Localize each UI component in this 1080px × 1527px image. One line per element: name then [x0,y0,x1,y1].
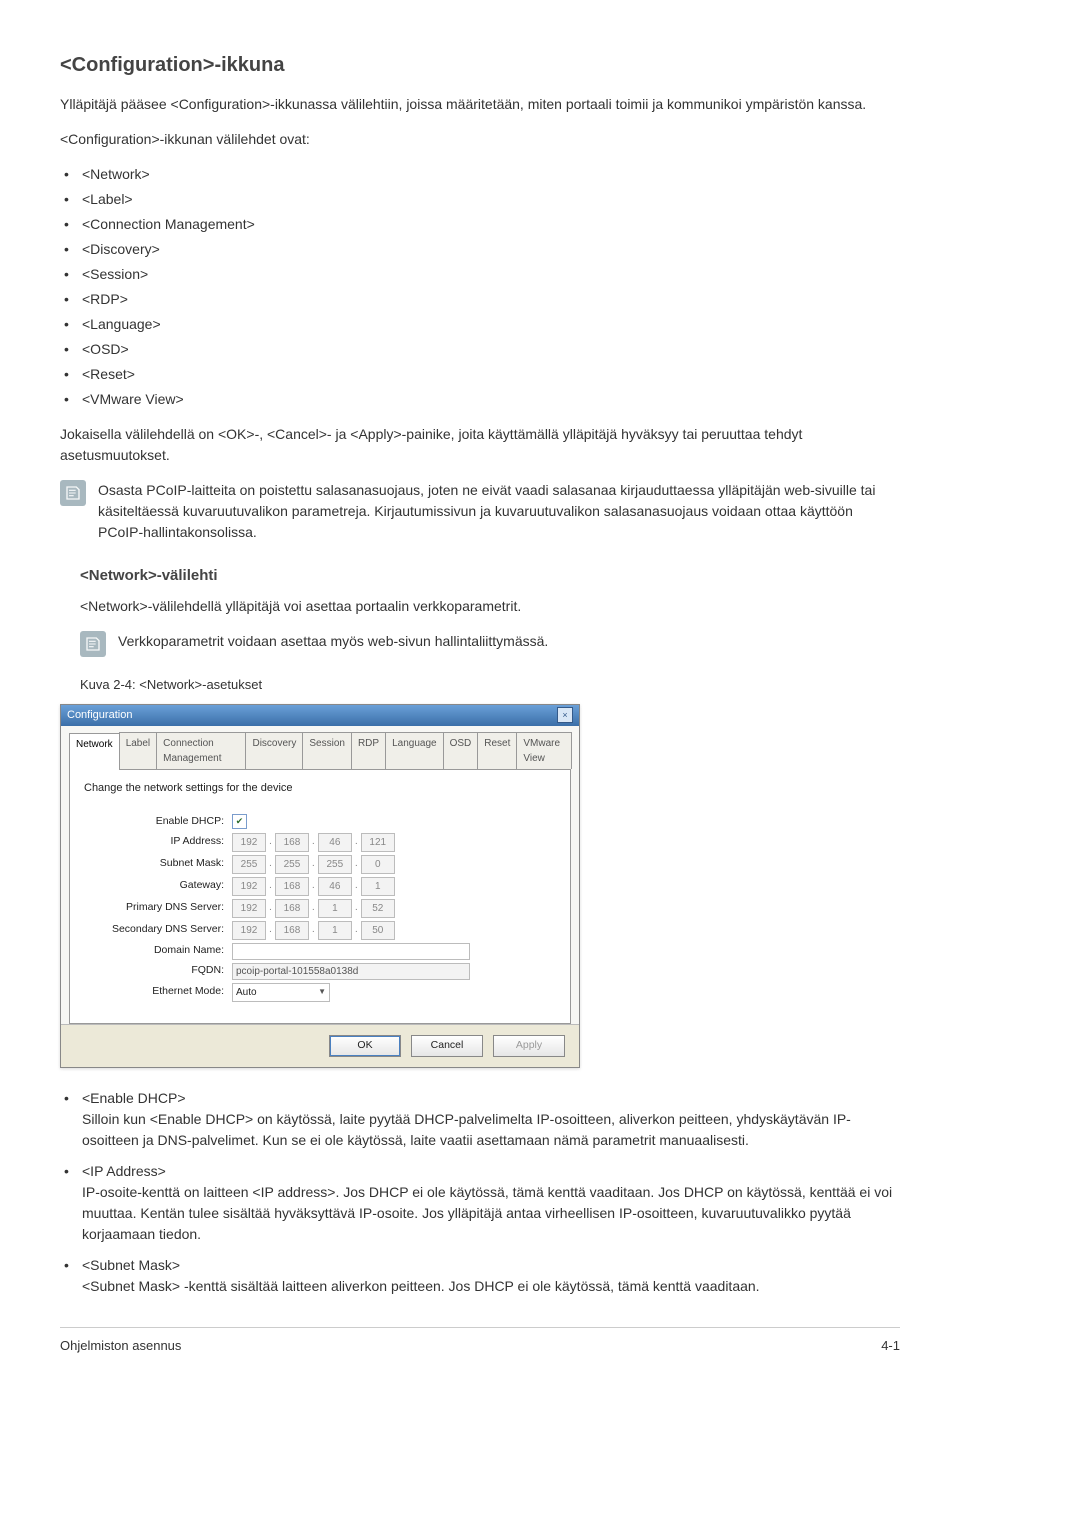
subnet-mask-octet[interactable] [275,855,309,874]
tabs-list-item: <Session> [60,264,900,285]
ethernet-mode-value: Auto [236,985,257,1000]
configuration-window: Configuration × Network Label Connection… [60,704,580,1068]
fqdn-input [232,963,470,980]
intro-paragraph: Ylläpitäjä pääsee <Configuration>-ikkuna… [60,94,900,115]
tab-language[interactable]: Language [385,732,444,769]
cancel-button[interactable]: Cancel [411,1035,483,1057]
window-title-text: Configuration [67,707,132,724]
label-subnet-mask: Subnet Mask: [84,856,232,872]
buttons-paragraph: Jokaisella välilehdellä on <OK>-, <Cance… [60,424,900,466]
gateway-octet[interactable] [232,877,266,896]
gateway-octet[interactable] [361,877,395,896]
panel-heading: Change the network settings for the devi… [84,780,556,797]
secondary-dns-octet[interactable] [275,921,309,940]
footer-left: Ohjelmiston asennus [60,1336,181,1356]
tabs-list-item: <Network> [60,164,900,185]
page-footer: Ohjelmiston asennus 4-1 [60,1327,900,1356]
tab-network[interactable]: Network [69,733,120,770]
field-descriptions: <Enable DHCP> Silloin kun <Enable DHCP> … [60,1088,900,1297]
embedded-screenshot: Configuration × Network Label Connection… [60,704,580,1068]
tabs-list-item: <VMware View> [60,389,900,410]
window-titlebar: Configuration × [61,705,579,726]
description-definition: <Subnet Mask> -kenttä sisältää laitteen … [82,1276,900,1297]
ip-address-octet[interactable] [318,833,352,852]
primary-dns-octet[interactable] [275,899,309,918]
note-block: Verkkoparametrit voidaan asettaa myös we… [80,631,900,657]
dialog-buttons: OK Cancel Apply [61,1024,579,1067]
tabs-intro: <Configuration>-ikkunan välilehdet ovat: [60,129,900,150]
footer-right: 4-1 [881,1336,900,1356]
section-heading-network: <Network>-välilehti [80,565,900,588]
ip-address-octet[interactable] [361,833,395,852]
ip-address-octet[interactable] [232,833,266,852]
tabs-list-item: <Connection Management> [60,214,900,235]
tab-reset[interactable]: Reset [477,732,517,769]
description-item: <IP Address> IP-osoite-kenttä on laittee… [60,1161,900,1245]
subnet-mask-octet[interactable] [361,855,395,874]
tabs-list-item: <RDP> [60,289,900,310]
tabs-list-item: <Language> [60,314,900,335]
label-ethernet-mode: Ethernet Mode: [84,984,232,1000]
label-fqdn: FQDN: [84,963,232,979]
description-term: <IP Address> [82,1161,900,1182]
network-intro: <Network>-välilehdellä ylläpitäjä voi as… [80,596,900,617]
label-enable-dhcp: Enable DHCP: [84,814,232,830]
secondary-dns-octet[interactable] [232,921,266,940]
description-definition: IP-osoite-kenttä on laitteen <IP address… [82,1182,900,1245]
label-domain-name: Domain Name: [84,943,232,959]
tabs-list: <Network> <Label> <Connection Management… [60,164,900,410]
domain-name-input[interactable] [232,943,470,960]
label-secondary-dns: Secondary DNS Server: [84,922,232,938]
tab-session[interactable]: Session [302,732,352,769]
gateway-octet[interactable] [275,877,309,896]
note-icon [60,480,86,506]
tabs-list-item: <Label> [60,189,900,210]
tab-label[interactable]: Label [119,732,157,769]
tab-vmware-view[interactable]: VMware View [516,732,572,769]
gateway-octet[interactable] [318,877,352,896]
ip-address-octet[interactable] [275,833,309,852]
description-item: <Enable DHCP> Silloin kun <Enable DHCP> … [60,1088,900,1151]
note-text: Osasta PCoIP-laitteita on poistettu sala… [98,480,900,543]
tab-strip: Network Label Connection Management Disc… [69,732,571,770]
apply-button[interactable]: Apply [493,1035,565,1057]
note-block: Osasta PCoIP-laitteita on poistettu sala… [60,480,900,543]
label-ip-address: IP Address: [84,834,232,850]
ok-button[interactable]: OK [329,1035,401,1057]
primary-dns-octet[interactable] [318,899,352,918]
tabs-list-item: <Discovery> [60,239,900,260]
chevron-down-icon: ▼ [318,986,326,998]
description-term: <Subnet Mask> [82,1255,900,1276]
tab-osd[interactable]: OSD [443,732,479,769]
tab-discovery[interactable]: Discovery [245,732,303,769]
close-icon[interactable]: × [557,707,573,723]
description-term: <Enable DHCP> [82,1088,900,1109]
figure-caption: Kuva 2-4: <Network>-asetukset [80,675,900,695]
label-primary-dns: Primary DNS Server: [84,900,232,916]
subnet-mask-octet[interactable] [318,855,352,874]
subnet-mask-octet[interactable] [232,855,266,874]
primary-dns-octet[interactable] [232,899,266,918]
description-definition: Silloin kun <Enable DHCP> on käytössä, l… [82,1109,900,1151]
page-title: <Configuration>-ikkuna [60,50,900,80]
tabs-list-item: <Reset> [60,364,900,385]
ethernet-mode-select[interactable]: Auto ▼ [232,983,330,1002]
secondary-dns-octet[interactable] [361,921,395,940]
tab-connection-management[interactable]: Connection Management [156,732,246,769]
description-item: <Subnet Mask> <Subnet Mask> -kenttä sisä… [60,1255,900,1297]
secondary-dns-octet[interactable] [318,921,352,940]
network-panel: Change the network settings for the devi… [69,770,571,1024]
tab-rdp[interactable]: RDP [351,732,386,769]
primary-dns-octet[interactable] [361,899,395,918]
enable-dhcp-checkbox[interactable]: ✔ [232,814,247,829]
note-icon [80,631,106,657]
note-text: Verkkoparametrit voidaan asettaa myös we… [118,631,900,652]
tabs-list-item: <OSD> [60,339,900,360]
label-gateway: Gateway: [84,878,232,894]
